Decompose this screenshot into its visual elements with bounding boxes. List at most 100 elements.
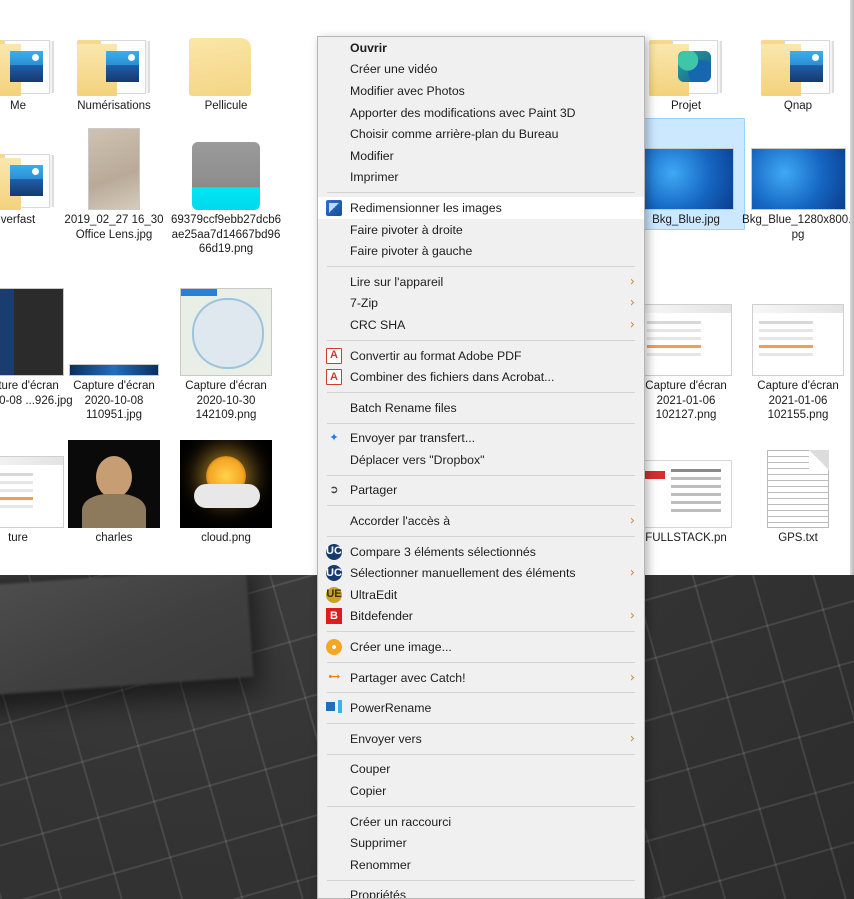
submenu-arrow-icon: › [629, 295, 635, 311]
menu-item[interactable]: Accorder l'accès à › [318, 510, 644, 532]
menu-item[interactable]: Lire sur l'appareil › [318, 271, 644, 293]
file-grid-item[interactable]: cloud.png [170, 440, 282, 546]
menu-item[interactable]: Choisir comme arrière-plan du Bureau [318, 123, 644, 145]
item-thumbnail-wrap [630, 440, 742, 528]
menu-separator [327, 339, 635, 341]
menu-item[interactable]: Ouvrir [318, 37, 644, 59]
menu-item[interactable]: Propriétés [318, 885, 644, 899]
file-grid-item[interactable]: Capture d'écran 2020-10-08 110951.jpg [58, 288, 170, 423]
file-grid-item[interactable]: 69379ccf9ebb27dcb6ae25aa7d14667bd9666d19… [170, 122, 282, 257]
menu-item-label: Accorder l'accès à [350, 514, 451, 529]
menu-item-label: Choisir comme arrière-plan du Bureau [350, 127, 559, 142]
file-grid-item[interactable]: Capture d'écran 2021-01-06 102127.png [630, 288, 742, 423]
menu-separator [327, 505, 635, 507]
menu-item[interactable]: Supprimer [318, 832, 644, 854]
menu-item[interactable]: PowerRename [318, 697, 644, 719]
menu-item[interactable]: UE UltraEdit [318, 584, 644, 606]
ultracompare-icon: UC [326, 565, 342, 582]
item-thumbnail-wrap [742, 440, 854, 528]
menu-item[interactable]: A Combiner des fichiers dans Acrobat... [318, 366, 644, 388]
file-grid-item[interactable]: Capture d'écran 2021-01-06 102155.png [742, 288, 854, 423]
file-grid-item[interactable]: Pellicule [170, 8, 282, 114]
item-thumbnail-wrap [58, 440, 170, 528]
menu-item[interactable]: B Bitdefender › [318, 606, 644, 628]
file-grid-item[interactable]: Bkg_Blue_1280x800.jpg [742, 122, 854, 242]
menu-item-label: Supprimer [350, 836, 407, 851]
menu-item[interactable]: Copier [318, 780, 644, 802]
menu-item[interactable]: Modifier [318, 145, 644, 167]
menu-item[interactable]: Renommer [318, 854, 644, 876]
item-thumbnail-wrap [630, 288, 742, 376]
context-menu[interactable]: Ouvrir Créer une vidéo Modifier avec Pho… [317, 36, 645, 899]
item-thumbnail-wrap [742, 8, 854, 96]
menu-item[interactable]: Modifier avec Photos [318, 80, 644, 102]
folder-icon [0, 34, 55, 96]
menu-item[interactable]: Envoyer vers › [318, 728, 644, 750]
menu-item-label: Sélectionner manuellement des éléments [350, 566, 576, 581]
file-name-label: Bkg_Blue.jpg [652, 214, 720, 226]
file-grid-item[interactable]: charles [58, 440, 170, 546]
file-grid-item[interactable]: Qnap [742, 8, 854, 114]
folder-icon [189, 34, 263, 96]
menu-item[interactable]: UC Compare 3 éléments sélectionnés [318, 541, 644, 563]
menu-separator [327, 661, 635, 663]
folder-icon [649, 34, 723, 96]
menu-item-label: Faire pivoter à gauche [350, 244, 473, 259]
menu-item[interactable]: Redimensionner les images [318, 197, 644, 219]
file-name-label: 2019_02_27 16_30 Office Lens.jpg [64, 214, 164, 241]
catch-icon: •➞ [328, 671, 340, 684]
menu-separator [327, 265, 635, 267]
file-grid-item[interactable]: Numérisations [58, 8, 170, 114]
menu-item-label: Créer un raccourci [350, 814, 452, 829]
file-grid-item[interactable]: Projet [630, 8, 742, 114]
submenu-arrow-icon: › [629, 274, 635, 290]
menu-item-label: PowerRename [350, 701, 432, 716]
menu-separator [327, 391, 635, 393]
menu-item-label: Combiner des fichiers dans Acrobat... [350, 370, 555, 385]
item-thumbnail-wrap [630, 8, 742, 96]
menu-item[interactable]: Créer une image... [318, 636, 644, 658]
menu-item[interactable]: Faire pivoter à gauche [318, 240, 644, 262]
menu-item[interactable]: A Convertir au format Adobe PDF [318, 345, 644, 367]
file-grid-item[interactable]: Bkg_Blue.jpg [630, 122, 742, 228]
submenu-arrow-icon: › [629, 317, 635, 333]
file-grid-item[interactable]: 2019_02_27 16_30 Office Lens.jpg [58, 122, 170, 242]
file-grid-item[interactable]: Capture d'écran 2020-10-30 142109.png [170, 288, 282, 423]
menu-item[interactable]: Créer une vidéo [318, 59, 644, 81]
image-thumbnail [0, 456, 64, 528]
adobe-combine-icon: A [326, 369, 342, 386]
file-grid-item[interactable]: FULLSTACK.pn [630, 440, 742, 546]
menu-item-label: Modifier avec Photos [350, 83, 465, 98]
menu-item-label: Propriétés [350, 888, 407, 899]
menu-item[interactable]: Faire pivoter à droite [318, 219, 644, 241]
menu-separator [327, 192, 635, 194]
adobe-pdf-icon: A [326, 347, 342, 364]
file-name-label: Bkg_Blue_1280x800.jpg [742, 214, 854, 241]
menu-item[interactable]: UC Sélectionner manuellement des élément… [318, 562, 644, 584]
menu-item-label: Batch Rename files [350, 400, 457, 415]
menu-item[interactable]: 7-Zip › [318, 293, 644, 315]
menu-item-label: Bitdefender [350, 609, 413, 624]
file-grid-item[interactable]: GPS.txt [742, 440, 854, 546]
menu-item-label: Faire pivoter à droite [350, 222, 463, 237]
menu-item[interactable]: Déplacer vers "Dropbox" [318, 449, 644, 471]
menu-item[interactable]: Batch Rename files [318, 397, 644, 419]
menu-item-label: Envoyer par transfert... [350, 431, 476, 446]
menu-item[interactable]: ➲ Partager [318, 480, 644, 502]
ultracompare-icon: UC [326, 543, 342, 560]
folder-icon [0, 148, 55, 210]
menu-item-label: Modifier [350, 148, 394, 163]
ultraedit-icon: UE [326, 586, 342, 603]
menu-item[interactable]: Apporter des modifications avec Paint 3D [318, 102, 644, 124]
menu-item-label: UltraEdit [350, 587, 398, 602]
menu-separator [327, 631, 635, 633]
menu-item[interactable]: •➞ Partager avec Catch! › [318, 667, 644, 689]
menu-item[interactable]: Imprimer [318, 167, 644, 189]
menu-item[interactable]: ✦ Envoyer par transfert... [318, 428, 644, 450]
menu-item[interactable]: Couper [318, 759, 644, 781]
menu-item-label: Imprimer [350, 170, 399, 185]
file-name-label: Capture d'écran 2020-10-08 110951.jpg [73, 380, 155, 421]
image-thumbnail [640, 304, 732, 376]
menu-item[interactable]: CRC SHA › [318, 314, 644, 336]
menu-item[interactable]: Créer un raccourci [318, 811, 644, 833]
